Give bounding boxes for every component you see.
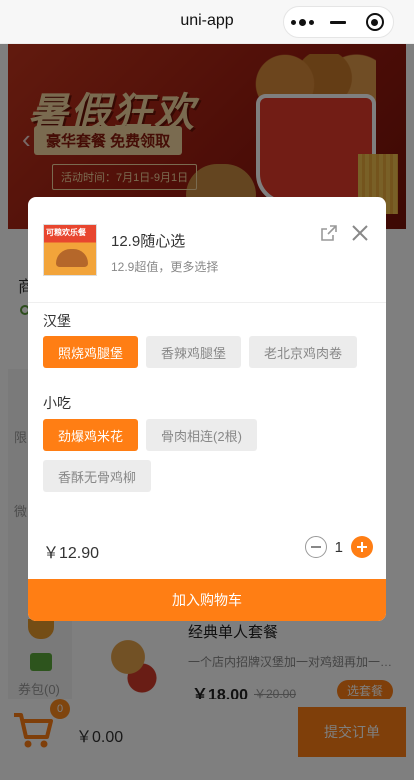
thumbnail-burger [56,249,88,267]
option-snack-2[interactable]: 骨肉相连(2根) [146,419,257,451]
option-snack-3[interactable]: 香酥无骨鸡柳 [43,460,151,492]
mini-program-capsule [283,6,394,38]
minus-icon[interactable] [304,536,327,558]
set-thumbnail: 可粮欢乐餐 [43,224,97,276]
option-snack-1[interactable]: 劲爆鸡米花 [43,419,138,451]
share-icon[interactable] [320,224,338,242]
thumbnail-text: 可粮欢乐餐 [46,228,86,237]
close-app-button[interactable] [357,7,393,37]
set-price: ￥12.90 [43,545,100,562]
group-label-snack: 小吃 [43,395,71,411]
option-burger-1[interactable]: 照烧鸡腿堡 [43,336,138,368]
nav-bar: uni-app [0,0,414,44]
quantity-stepper: 1 [304,536,373,558]
option-burger-2[interactable]: 香辣鸡腿堡 [146,336,241,368]
more-icon [290,18,314,26]
option-burger-3[interactable]: 老北京鸡肉卷 [249,336,357,368]
set-selection-modal: 可粮欢乐餐 12.9随心选 12.9超值，更多选择 汉堡 照烧鸡腿堡 香辣鸡腿堡… [28,197,386,621]
set-name: 12.9随心选 [111,233,186,250]
plus-icon[interactable] [351,536,373,558]
group-label-burger: 汉堡 [43,313,71,329]
set-desc: 12.9超值，更多选择 [111,260,219,274]
close-app-icon [365,13,384,31]
minimize-icon [330,20,347,24]
close-icon[interactable] [350,223,370,243]
more-button[interactable] [284,7,320,37]
minimize-button[interactable] [320,7,356,37]
modal-header: 可粮欢乐餐 12.9随心选 12.9超值，更多选择 [28,197,386,303]
quantity-value: 1 [334,538,343,556]
add-to-cart-button[interactable]: 加入购物车 [28,579,386,621]
